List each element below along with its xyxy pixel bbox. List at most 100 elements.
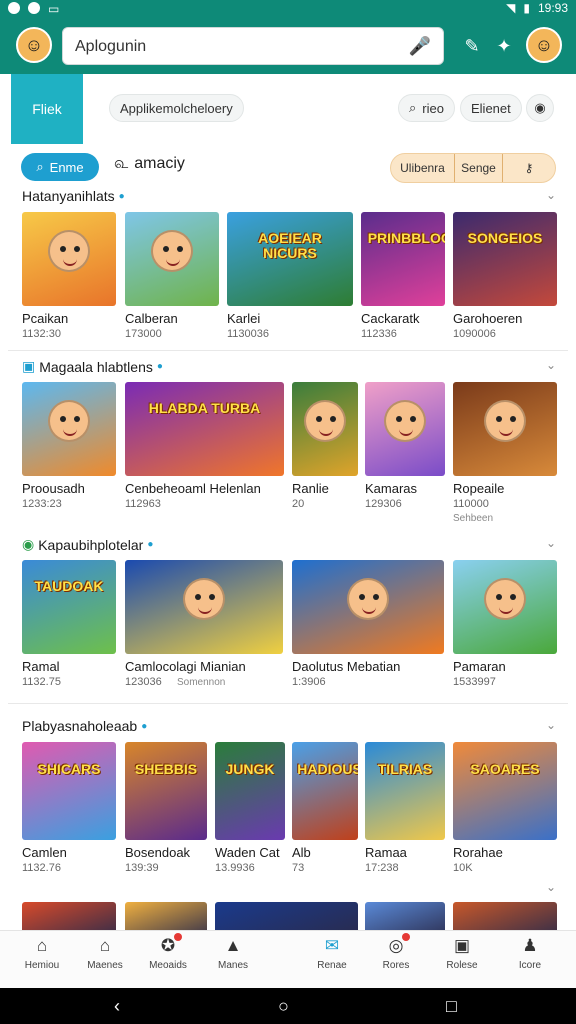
game-logo-art: HADIOUS [297,760,358,777]
game-card[interactable]: SHICARS Camlen 1132.76 [22,742,116,888]
photo-icon: ▭ [48,2,60,16]
game-thumbnail[interactable] [215,902,358,930]
game-thumbnail[interactable] [453,382,557,476]
game-thumbnail[interactable] [22,212,116,306]
box-icon: ▣ [453,936,471,955]
game-title: Alb [292,845,311,860]
game-card[interactable]: HLABDA TURBA Cenbeheoaml Helenlan 112963 [125,382,284,524]
search-chip-label: rieo [422,100,444,116]
nav-item[interactable]: ✪ Meoaids [140,933,196,985]
nav-item[interactable]: ▣ Rolese [434,935,490,985]
game-card[interactable]: Ranlie 20 [292,382,358,524]
puzzle-icon[interactable]: ✦ [490,32,518,60]
game-meta: 1132:30 [22,328,61,340]
search-chip[interactable]: ⌕ rieo [398,94,455,122]
game-card[interactable]: AOEIEAR NICURS Karlei 1130036 [227,212,353,354]
avatar-icon[interactable]: ☺ [16,27,52,63]
game-logo-art: HLABDA TURBA [148,399,261,416]
nav-item[interactable]: ♟ Icore [502,935,558,985]
game-thumbnail[interactable]: HLABDA TURBA [125,382,284,476]
game-thumbnail[interactable] [453,902,557,930]
search-pill-button[interactable]: ⌕ Enme [21,153,99,181]
segment-2[interactable]: Senge [455,154,503,182]
game-thumbnail[interactable]: JUNGK [215,742,285,840]
nav-item[interactable]: ⌂ Maenes [77,935,133,985]
game-subtitle: Sehbeen [453,513,494,524]
game-thumbnail[interactable] [453,560,557,654]
game-card[interactable]: Daolutus Mebatian 1:3906 [292,560,444,702]
recents-icon[interactable]: □ [446,996,457,1017]
game-card[interactable]: Ropeaile 110000 Sehbeen [453,382,557,524]
game-thumbnail[interactable] [365,382,445,476]
game-thumbnail[interactable]: SHICARS [22,742,116,840]
game-card[interactable]: Calberan 173000 [125,212,219,354]
game-thumbnail[interactable] [22,902,116,930]
settings-icon[interactable]: ◉ [526,94,554,122]
game-card[interactable]: HADIOUS Alb 73 [292,742,358,888]
section-3: ◉ Kapaubihplotelar ● ⌄ TAUDOAK Ramal 1132.75… [8,536,568,696]
game-card[interactable]: Pamaran 1533997 [453,560,557,702]
game-logo-art: SONGEIOS [467,229,543,246]
game-card[interactable]: SAOARES Rorahae 10K [453,742,557,888]
game-card[interactable]: Pcaikan 1132:30 [22,212,116,354]
game-card[interactable]: TAUDOAK Ramal 1132.75 [22,560,116,702]
game-card[interactable]: Proousadh 1233:23 [22,382,116,524]
chevron-down-icon[interactable]: ⌄ [546,536,556,550]
category-chip[interactable]: Applikemolcheloery [109,94,244,122]
nav-item[interactable]: ⌂ Hemiou [14,935,70,985]
character-art [484,400,526,443]
nav-item[interactable]: ✉ Renae [304,935,360,985]
back-icon[interactable]: ‹ [114,996,120,1017]
game-logo-art: SHEBBIS [134,760,198,777]
game-thumbnail[interactable]: TILRIAS [365,742,445,840]
game-thumbnail[interactable] [125,902,207,930]
character-art [48,400,90,443]
game-thumbnail[interactable] [292,382,358,476]
segment-control: Ulibenra Senge ⚷ [390,153,556,183]
chevron-down-icon[interactable]: ⌄ [546,188,556,202]
game-thumbnail[interactable]: PRINBBLOOS [361,212,445,306]
game-meta: 13.9936 [215,862,255,874]
search-box[interactable]: 🎤 [62,27,444,65]
chevron-down-icon[interactable]: ⌄ [546,880,556,894]
chevron-down-icon[interactable]: ⌄ [546,358,556,372]
game-logo-art: SAOARES [470,760,540,777]
game-thumbnail[interactable]: HADIOUS [292,742,358,840]
game-card[interactable]: SHEBBIS Bosendoak 139:39 [125,742,207,888]
gamepad-icon[interactable]: ✎ [458,32,486,60]
game-title: Cackaratk [361,311,420,326]
section-2: ▣ Magaala hlabtlens ● ⌄ Proousadh 1233:23 HL… [8,358,568,528]
home-circle-icon[interactable]: ○ [278,996,289,1017]
game-thumbnail[interactable] [22,382,116,476]
game-thumbnail[interactable]: AOEIEAR NICURS [227,212,353,306]
nav-item[interactable]: ▲ Manes [205,935,261,985]
game-thumbnail[interactable] [125,560,283,654]
game-card[interactable]: PRINBBLOOS Cackaratk 112336 [361,212,445,354]
profile-avatar-icon[interactable]: ☺ [526,27,562,63]
game-thumbnail[interactable]: SHEBBIS [125,742,207,840]
game-card[interactable]: Camlocolagi Mianian 123036 Somennon [125,560,283,702]
game-card[interactable]: SONGEIOS Garohoeren 1090006 [453,212,557,354]
game-thumbnail[interactable]: TAUDOAK [22,560,116,654]
game-card[interactable]: Kamaras 129306 [365,382,445,524]
search-input[interactable] [75,36,405,58]
chat-icon: ✉ [324,936,340,955]
character-art [48,230,90,273]
segment-1[interactable]: Ulibenra [391,154,455,182]
channel-chip[interactable]: Elienet [460,94,522,122]
game-title: Ropeaile [453,481,505,496]
game-card[interactable]: JUNGK Waden Cat 13.9936 [215,742,285,888]
filter-chip[interactable]: ௳ amaciy [114,154,185,174]
game-thumbnail[interactable] [292,560,444,654]
game-thumbnail[interactable]: SONGEIOS [453,212,557,306]
nav-item[interactable]: ◎ Rores [368,933,424,985]
game-meta: 123036 [125,676,162,688]
mic-icon[interactable]: 🎤 [409,36,431,57]
game-title: Rorahae [453,845,503,860]
game-thumbnail[interactable]: SAOARES [453,742,557,840]
game-thumbnail[interactable] [125,212,219,306]
game-thumbnail[interactable] [365,902,445,930]
game-card[interactable]: TILRIAS Ramaa 17:238 [365,742,445,888]
chevron-down-icon[interactable]: ⌄ [546,718,556,732]
key-icon[interactable]: ⚷ [503,154,555,182]
